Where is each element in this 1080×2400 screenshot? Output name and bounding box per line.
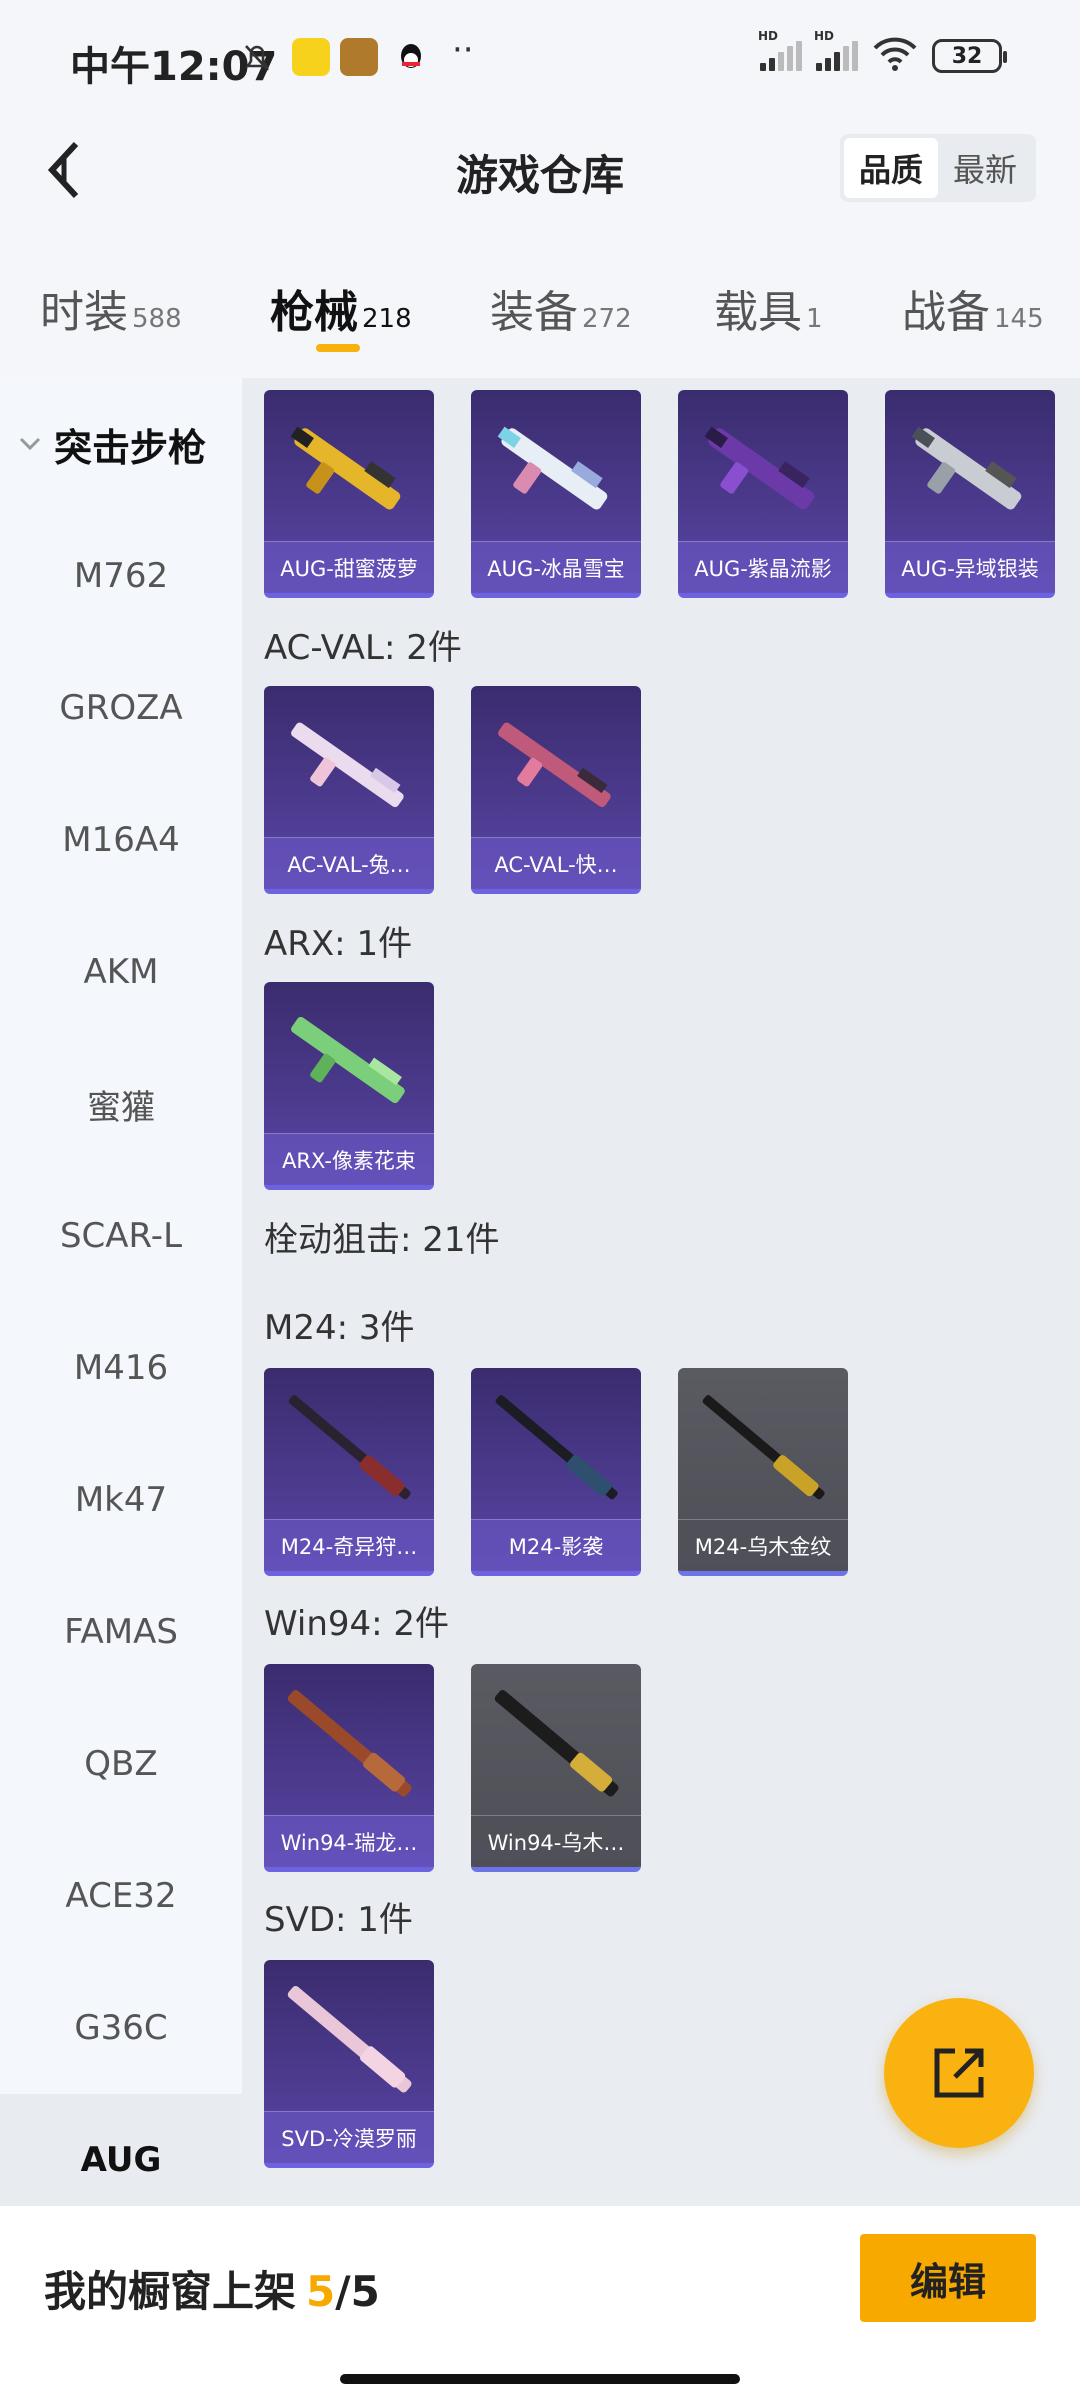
weapon-sidebar: 突击步枪 M762 GROZA M16A4 AKM 蜜獾 SCAR-L M416…	[0, 378, 242, 2226]
rifle-skin-icon	[498, 722, 611, 808]
weapon-card[interactable]: Win94-瑞龙…	[264, 1664, 434, 1872]
sidebar-item-m416[interactable]: M416	[0, 1302, 242, 1434]
weapon-content: AUG-甜蜜菠萝 AUG-冰晶雪宝 AUG-紫晶流影 AUG-异域银装 AC-V…	[242, 378, 1080, 2208]
wifi-icon	[872, 36, 918, 76]
sort-quality-option[interactable]: 品质	[844, 138, 938, 198]
rifle-skin-icon	[704, 426, 815, 510]
sort-toggle: 品质 最新	[840, 134, 1036, 202]
mute-bell-icon	[238, 38, 276, 76]
sidebar-item-famas[interactable]: FAMAS	[0, 1566, 242, 1698]
rifle-skin-icon	[291, 722, 404, 808]
sniper-skin-icon	[288, 1395, 411, 1500]
share-icon	[934, 2048, 984, 2098]
battery-indicator: 32	[932, 39, 1007, 73]
signal-icon-2: HD	[814, 29, 858, 71]
signal-icon: HD	[758, 29, 802, 71]
tab-combat-gear[interactable]: 战备 145	[902, 276, 1044, 340]
sidebar-item-qbz[interactable]: QBZ	[0, 1698, 242, 1830]
rifle-skin-icon	[290, 426, 401, 510]
showcase-count: 我的橱窗上架 5 / 5	[44, 2267, 380, 2316]
weapon-card[interactable]: ARX-像素花束	[264, 982, 434, 1190]
weapon-card[interactable]: Win94-乌木…	[471, 1664, 641, 1872]
status-bar: 中午12:07 ·· HD HD 32	[0, 0, 1080, 120]
sidebar-item-scar-l[interactable]: SCAR-L	[0, 1170, 242, 1302]
rifle-skin-icon	[497, 426, 608, 510]
home-indicator[interactable]	[340, 2374, 740, 2384]
section-title-m24: M24: 3件	[264, 1308, 415, 1348]
weapon-card[interactable]: AUG-冰晶雪宝	[471, 390, 641, 598]
edit-button[interactable]: 编辑	[860, 2234, 1036, 2322]
section-title-ac-val: AC-VAL: 2件	[264, 628, 462, 668]
active-tab-indicator	[316, 344, 360, 352]
showcase-bar: 我的橱窗上架 5 / 5 编辑	[0, 2206, 1080, 2400]
more-notifications-icon: ··	[452, 30, 474, 70]
rifle-skin-icon	[494, 1690, 619, 1797]
category-tabs: 时装 588 枪械 218 装备 272 载具 1 战备 145	[0, 258, 1080, 358]
weapon-card[interactable]: M24-乌木金纹	[678, 1368, 848, 1576]
rifle-skin-icon	[911, 426, 1022, 510]
weapon-card[interactable]: M24-影袭	[471, 1368, 641, 1576]
rifle-skin-icon	[287, 1986, 412, 2093]
section-title-bolt-action: 栓动狙击: 21件	[264, 1220, 500, 1260]
weapon-card[interactable]: AUG-异域银装	[885, 390, 1055, 598]
sidebar-item-groza[interactable]: GROZA	[0, 642, 242, 774]
rifle-skin-icon	[291, 1016, 405, 1104]
sniper-skin-icon	[702, 1395, 825, 1500]
sort-newest-option[interactable]: 最新	[938, 138, 1032, 198]
weapon-card[interactable]: AC-VAL-兔…	[264, 686, 434, 894]
sidebar-item-g36c[interactable]: G36C	[0, 1962, 242, 2094]
sidebar-group-assault-rifles[interactable]: 突击步枪	[0, 414, 242, 474]
sidebar-item-honey-badger[interactable]: 蜜獾	[0, 1038, 242, 1170]
tab-guns[interactable]: 枪械 218	[270, 276, 412, 340]
weapon-card[interactable]: M24-奇异狩…	[264, 1368, 434, 1576]
chevron-down-icon	[18, 431, 44, 457]
weapon-card[interactable]: AC-VAL-快…	[471, 686, 641, 894]
section-title-win94: Win94: 2件	[264, 1604, 450, 1644]
game-notification-icon	[340, 38, 378, 76]
sidebar-item-ace32[interactable]: ACE32	[0, 1830, 242, 1962]
sidebar-item-mk47[interactable]: Mk47	[0, 1434, 242, 1566]
sidebar-item-m16a4[interactable]: M16A4	[0, 774, 242, 906]
section-title-arx: ARX: 1件	[264, 924, 413, 964]
weapon-card[interactable]: AUG-甜蜜菠萝	[264, 390, 434, 598]
share-button[interactable]	[884, 1998, 1034, 2148]
qq-icon	[392, 38, 430, 76]
weapon-card[interactable]: AUG-紫晶流影	[678, 390, 848, 598]
rifle-skin-icon	[287, 1690, 412, 1797]
app-header: 游戏仓库 品质 最新	[0, 120, 1080, 220]
app-notification-icon	[292, 38, 330, 76]
sidebar-item-akm[interactable]: AKM	[0, 906, 242, 1038]
tab-equipment[interactable]: 装备 272	[490, 276, 632, 340]
tab-fashion[interactable]: 时装 588	[40, 276, 182, 340]
tab-vehicles[interactable]: 载具 1	[714, 276, 823, 340]
sidebar-item-m762[interactable]: M762	[0, 510, 242, 642]
sniper-skin-icon	[495, 1395, 618, 1500]
section-title-svd: SVD: 1件	[264, 1900, 413, 1940]
weapon-card[interactable]: SVD-冷漠罗丽	[264, 1960, 434, 2168]
